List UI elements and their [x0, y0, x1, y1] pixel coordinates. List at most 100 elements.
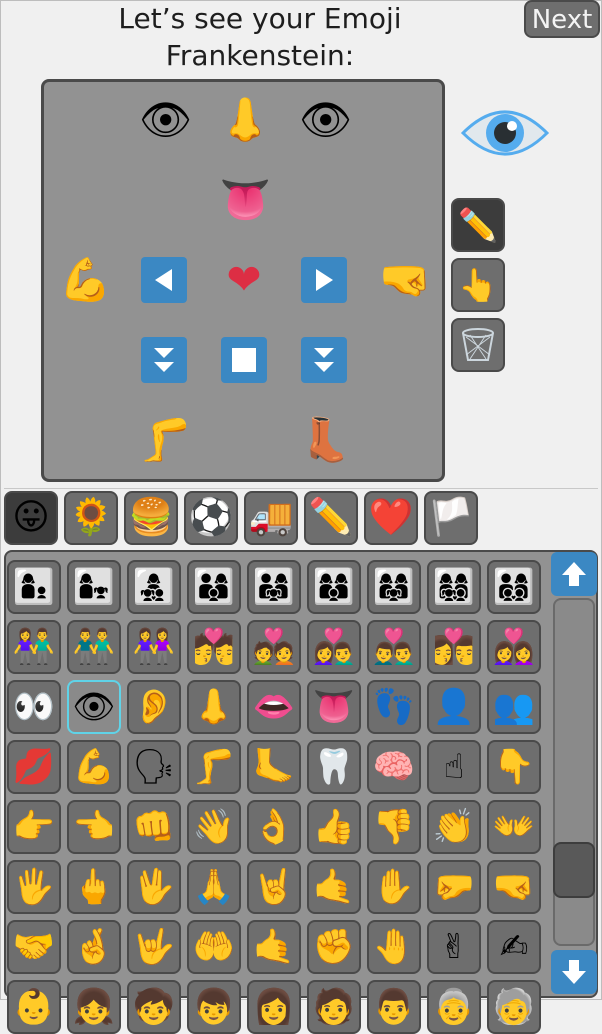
scrollbar-thumb[interactable] [553, 842, 595, 898]
palette-emoji-cell[interactable]: 👊 [127, 800, 181, 854]
palette-emoji-cell[interactable]: 👩‍👧 [67, 560, 121, 614]
palette-emoji-cell[interactable]: 👭 [127, 620, 181, 674]
palette-emoji-cell[interactable]: 👋 [187, 800, 241, 854]
canvas-left-arm[interactable]: 💪 [59, 255, 111, 305]
palette-emoji-cell[interactable]: 🤘 [247, 860, 301, 914]
palette-emoji-cell[interactable]: 👎 [367, 800, 421, 854]
canvas-tongue[interactable]: 👅 [219, 175, 271, 225]
scroll-down-button[interactable] [551, 950, 597, 994]
palette-emoji-cell[interactable]: 💪 [67, 740, 121, 794]
tab-symbols[interactable]: ❤️ [364, 491, 418, 545]
palette-emoji-cell[interactable]: 👃 [187, 680, 241, 734]
pencil-tool[interactable]: ✏️ [451, 198, 505, 252]
tab-nature[interactable]: 🌻 [64, 491, 118, 545]
palette-emoji-cell[interactable]: 👶 [7, 980, 61, 1034]
palette-emoji-cell[interactable]: 👈 [67, 800, 121, 854]
palette-emoji-cell[interactable]: 👏 [427, 800, 481, 854]
palette-emoji-cell[interactable]: 👩‍❤️‍💋‍👨 [427, 620, 481, 674]
palette-emoji-cell[interactable]: 👬 [67, 620, 121, 674]
scroll-up-button[interactable] [551, 552, 597, 596]
palette-emoji-cell[interactable]: 👣 [367, 680, 421, 734]
palette-emoji-cell[interactable]: 🤝 [7, 920, 61, 974]
palette-emoji-cell[interactable]: 🦵 [187, 740, 241, 794]
palette-emoji-cell[interactable]: 👨‍❤️‍👨 [367, 620, 421, 674]
tab-smileys[interactable]: 😛 [4, 491, 58, 545]
palette-emoji-cell[interactable]: 👩‍❤️‍👨 [307, 620, 361, 674]
palette-emoji-cell[interactable]: 👅 [307, 680, 361, 734]
palette-emoji-cell[interactable]: 👍 [307, 800, 361, 854]
palette-emoji-cell[interactable]: 👤 [427, 680, 481, 734]
palette-emoji-cell[interactable]: 👩 [247, 980, 301, 1034]
next-button[interactable]: Next [524, 0, 600, 38]
canvas-leg[interactable]: 🦵 [139, 415, 191, 465]
palette-emoji-cell[interactable]: 👩‍👦 [7, 560, 61, 614]
palette-emoji-cell[interactable]: 👩‍👩‍👧 [367, 560, 421, 614]
palette-emoji-cell[interactable]: 👨 [367, 980, 421, 1034]
palette-emoji-cell[interactable]: 🖐 [7, 860, 61, 914]
left-arrow-icon[interactable] [141, 257, 187, 303]
palette-emoji-cell[interactable]: 👉 [7, 800, 61, 854]
fast-down-icon[interactable] [141, 337, 187, 383]
canvas-heart[interactable]: ❤ [219, 255, 269, 305]
palette-emoji-cell[interactable]: 🤛 [427, 860, 481, 914]
tab-activities[interactable]: ⚽ [184, 491, 238, 545]
palette-emoji-cell[interactable]: 👩‍❤️‍👩 [487, 620, 541, 674]
palette-emoji-cell[interactable]: 👩‍👩‍👦 [307, 560, 361, 614]
palette-emoji-cell[interactable]: 🦶 [247, 740, 301, 794]
palette-emoji-cell[interactable]: 👥 [487, 680, 541, 734]
tab-flags[interactable]: 🏳️ [424, 491, 478, 545]
palette-emoji-cell[interactable]: 🖕 [67, 860, 121, 914]
palette-emoji-cell[interactable]: 👨‍👩‍👦‍👦 [487, 560, 541, 614]
palette-emoji-cell[interactable]: 💑 [247, 620, 301, 674]
palette-emoji-cell[interactable]: 🤜 [487, 860, 541, 914]
palette-emoji-cell[interactable]: 👨‍👩‍👧 [247, 560, 301, 614]
canvas-right-eye[interactable]: 👁 [299, 95, 352, 145]
right-arrow-icon[interactable] [301, 257, 347, 303]
stop-button-icon[interactable] [221, 337, 267, 383]
frankenstein-canvas[interactable]: 👁 👃 👁 👅 💪 ❤ 🤜 🦵 👢 [41, 79, 445, 482]
palette-emoji-cell[interactable]: 👩‍👩‍👧‍👦 [427, 560, 481, 614]
palette-emoji-cell[interactable]: 👌 [247, 800, 301, 854]
palette-emoji-cell[interactable]: 🤞 [67, 920, 121, 974]
canvas-boot[interactable]: 👢 [299, 415, 351, 465]
palette-emoji-cell[interactable]: ✍ [487, 920, 541, 974]
palette-emoji-cell[interactable]: ✊ [307, 920, 361, 974]
palette-emoji-cell[interactable]: 🗣 [127, 740, 181, 794]
palette-emoji-cell[interactable]: 👂 [127, 680, 181, 734]
palette-emoji-cell[interactable]: 🤟 [127, 920, 181, 974]
pointer-tool[interactable]: 👆 [451, 258, 505, 312]
palette-emoji-cell[interactable]: 👵 [427, 980, 481, 1034]
trash-tool[interactable] [451, 318, 505, 372]
canvas-nose[interactable]: 👃 [219, 95, 271, 145]
palette-emoji-cell[interactable]: 🤙 [247, 920, 301, 974]
palette-emoji-cell[interactable]: 🧑 [307, 980, 361, 1034]
palette-emoji-cell[interactable]: 👧 [67, 980, 121, 1034]
palette-emoji-cell[interactable]: 👐 [487, 800, 541, 854]
palette-emoji-cell[interactable]: ✌ [427, 920, 481, 974]
palette-emoji-cell[interactable]: 🧒 [127, 980, 181, 1034]
palette-emoji-cell[interactable]: 🦷 [307, 740, 361, 794]
palette-emoji-cell[interactable]: 🤙 [307, 860, 361, 914]
palette-emoji-cell[interactable]: 👇 [487, 740, 541, 794]
palette-emoji-cell[interactable]: 👦 [187, 980, 241, 1034]
palette-emoji-cell[interactable]: ☝ [427, 740, 481, 794]
canvas-right-fist[interactable]: 🤜 [379, 255, 431, 305]
palette-emoji-cell[interactable]: 🧠 [367, 740, 421, 794]
palette-emoji-cell[interactable]: 👄 [247, 680, 301, 734]
fast-down-icon-2[interactable] [301, 337, 347, 383]
tab-objects[interactable]: ✏️ [304, 491, 358, 545]
palette-emoji-cell[interactable]: 🙏 [187, 860, 241, 914]
palette-emoji-cell[interactable]: 👩‍👧‍👦 [127, 560, 181, 614]
palette-emoji-cell[interactable]: 💏 [187, 620, 241, 674]
palette-emoji-cell[interactable]: 🖖 [127, 860, 181, 914]
tab-food[interactable]: 🍔 [124, 491, 178, 545]
palette-emoji-cell[interactable]: 🧓 [487, 980, 541, 1034]
palette-emoji-cell[interactable]: 👁 [67, 680, 121, 734]
palette-emoji-cell[interactable]: 🤲 [187, 920, 241, 974]
palette-emoji-cell[interactable]: ✋ [367, 860, 421, 914]
palette-emoji-cell[interactable]: 🤚 [367, 920, 421, 974]
palette-emoji-cell[interactable]: 👀 [7, 680, 61, 734]
palette-emoji-cell[interactable]: 💋 [7, 740, 61, 794]
palette-emoji-cell[interactable]: 👨‍👩‍👦 [187, 560, 241, 614]
canvas-left-eye[interactable]: 👁 [139, 95, 192, 145]
